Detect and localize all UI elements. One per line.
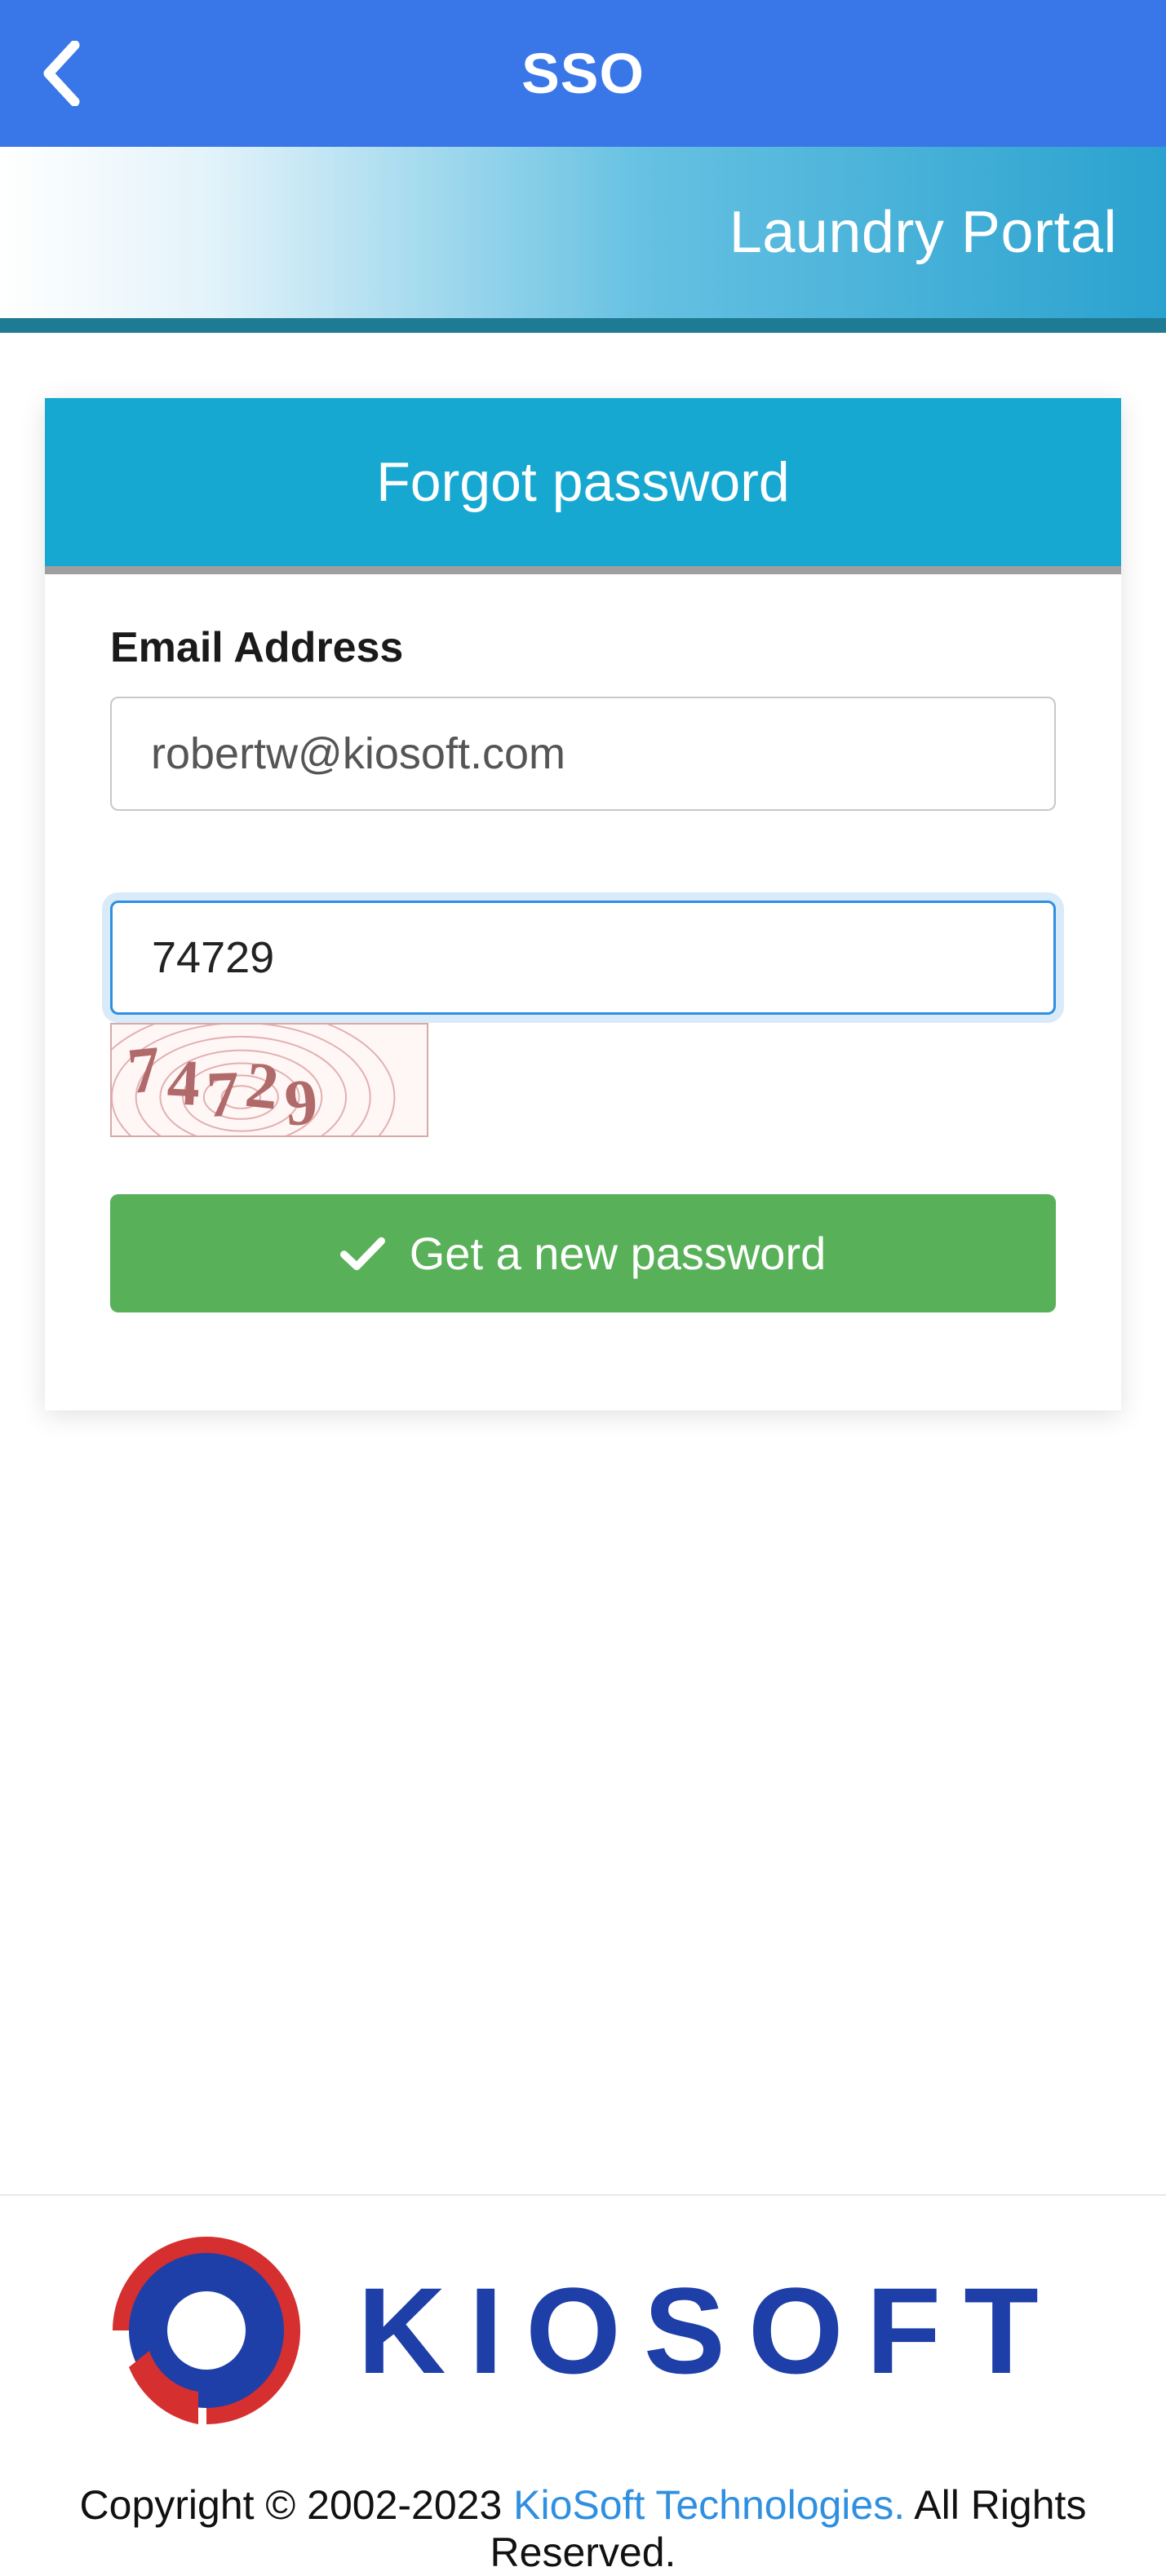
copyright: Copyright © 2002-2023 KioSoft Technologi…: [0, 2481, 1166, 2576]
header-divider: [0, 318, 1166, 333]
email-input[interactable]: [110, 697, 1056, 811]
card-body: Email Address: [45, 574, 1121, 1410]
back-button[interactable]: [33, 45, 90, 102]
captcha-input[interactable]: [110, 901, 1056, 1015]
captcha-image[interactable]: 74729: [110, 1023, 428, 1137]
footer: KIOSOFT Copyright © 2002-2023 KioSoft Te…: [0, 2194, 1166, 2576]
kiosoft-logo-icon: [104, 2229, 308, 2432]
chevron-left-icon: [39, 41, 84, 106]
card-separator: [45, 566, 1121, 574]
submit-label: Get a new password: [410, 1227, 826, 1280]
logo-text: KIOSOFT: [357, 2260, 1062, 2401]
captcha-image-text: 74729: [112, 1025, 427, 1135]
card-header: Forgot password: [45, 398, 1121, 566]
logo: KIOSOFT: [0, 2229, 1166, 2432]
content: Forgot password Email Address: [0, 333, 1166, 1410]
company-link[interactable]: KioSoft Technologies.: [513, 2482, 905, 2528]
portal-header: Laundry Portal: [0, 147, 1166, 318]
portal-title: Laundry Portal: [729, 199, 1117, 266]
get-new-password-button[interactable]: Get a new password: [110, 1194, 1056, 1312]
app-bar-title: SSO: [521, 41, 645, 106]
check-icon: [340, 1235, 385, 1272]
app-bar: SSO: [0, 0, 1166, 147]
copyright-prefix: Copyright © 2002-2023: [80, 2482, 514, 2528]
email-label: Email Address: [110, 623, 1056, 672]
forgot-password-card: Forgot password Email Address: [45, 398, 1121, 1410]
